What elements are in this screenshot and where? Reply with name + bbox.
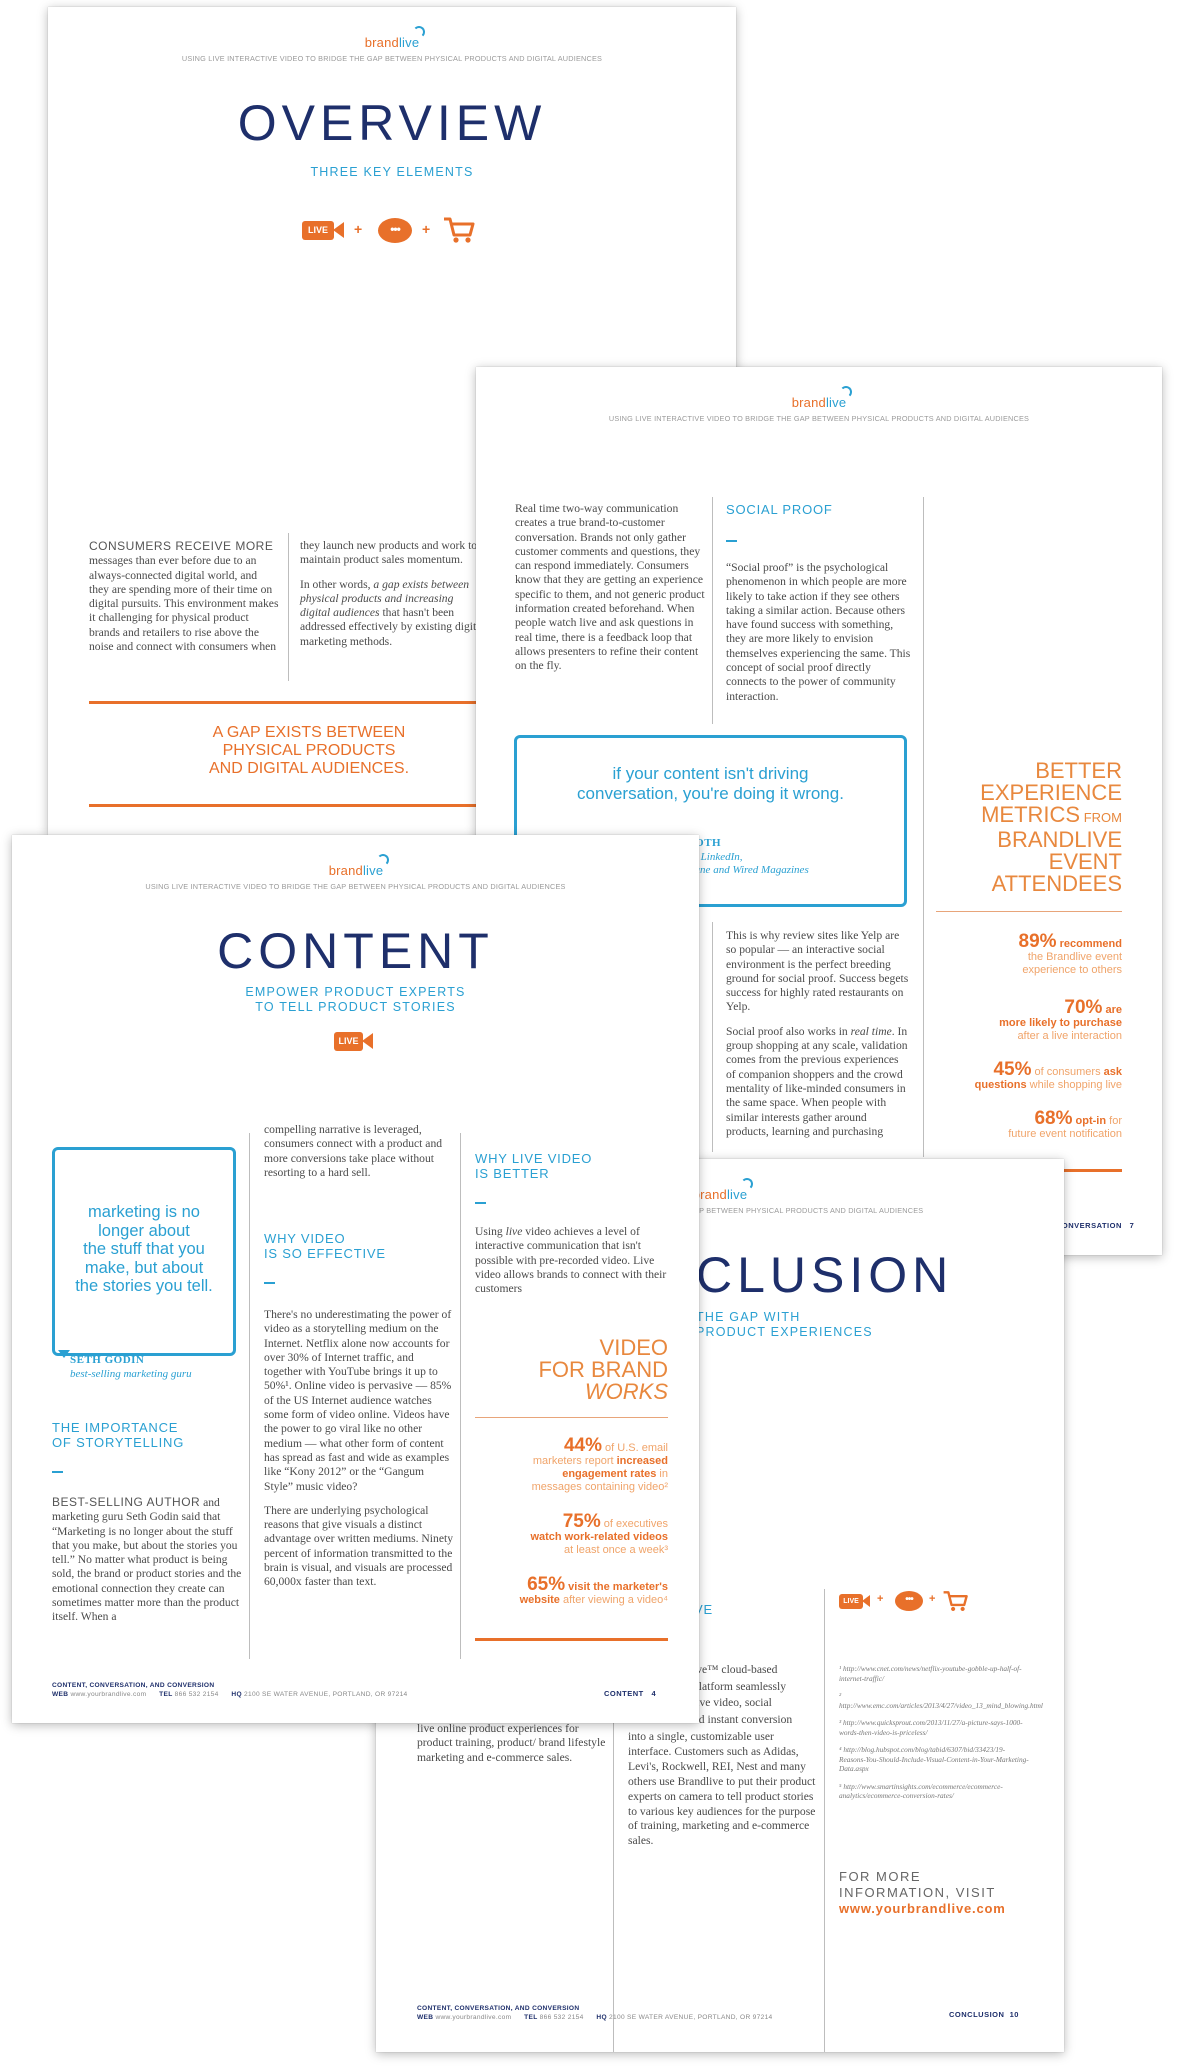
column-divider xyxy=(712,922,713,1152)
signal-icon xyxy=(840,386,852,398)
why-live-text: Using live video achieves a level of int… xyxy=(475,1225,667,1296)
live-video-icon: LIVE xyxy=(334,1032,363,1051)
stat-65: 65% visit the marketer's website after v… xyxy=(519,1574,668,1606)
quote-text: marketing is no longer about the stuff t… xyxy=(75,1203,213,1295)
plus-icon: + xyxy=(354,221,363,237)
page-number: CONVERSATION 7 xyxy=(1056,1221,1135,1230)
column-divider xyxy=(288,533,289,681)
column-divider xyxy=(712,497,713,724)
gap-callout: A GAP EXISTS BETWEEN PHYSICAL PRODUCTS A… xyxy=(208,724,410,777)
content-column-2-top: compelling narrative is leveraged, consu… xyxy=(264,1123,443,1179)
heading-dash xyxy=(726,540,737,542)
why-video-text: There's no underestimating the power of … xyxy=(264,1308,453,1589)
page-title: CONTENT xyxy=(217,923,494,979)
conclusion-column-1: live online product experiences for prod… xyxy=(417,1722,606,1764)
why-video-heading: WHY VIDEO IS SO EFFECTIVE xyxy=(264,1231,386,1261)
footnotes: ¹ http://www.cnet.com/news/netflix-youtu… xyxy=(839,1664,1043,1800)
plus-icon: + xyxy=(422,221,431,237)
chat-dots-icon: ••• xyxy=(905,1594,914,1605)
conversation-column-1: Real time two-way communication creates … xyxy=(515,502,705,673)
camera-icon xyxy=(362,1033,373,1049)
metrics-divider xyxy=(936,911,1122,912)
stat-70: 70% are more likely to purchase after a … xyxy=(999,997,1122,1042)
conclusion-column-2: ive™ cloud-based platform seamlessly liv… xyxy=(693,1663,793,1726)
tagline: USING LIVE INTERACTIVE VIDEO TO BRIDGE T… xyxy=(145,882,566,891)
callout-rule-bottom xyxy=(89,804,529,807)
social-proof-heading: SOCIAL PROOF xyxy=(726,502,833,517)
signal-icon xyxy=(377,854,389,866)
content-page: brandlive USING LIVE INTERACTIVE VIDEO T… xyxy=(12,835,699,1723)
quote-tail-icon xyxy=(58,1350,70,1358)
column-divider xyxy=(249,1133,250,1659)
page-subtitle: THREE KEY ELEMENTS xyxy=(310,165,474,179)
column-divider xyxy=(923,497,924,1157)
tagline: USING LIVE INTERACTIVE VIDEO TO BRIDGE T… xyxy=(181,54,603,63)
storytelling-text: BEST-SELLING AUTHOR and marketing guru S… xyxy=(52,1495,242,1624)
stats-divider xyxy=(475,1417,668,1418)
stat-68: 68% opt-in for future event notification xyxy=(1008,1108,1122,1140)
conclusion-column-2-rest: into a single, customizable user interfa… xyxy=(628,1730,816,1848)
social-proof-text: “Social proof” is the psychological phen… xyxy=(726,561,911,703)
quote-author-role: best-selling marketing guru xyxy=(70,1368,192,1380)
brandlive-logo: brandlive xyxy=(362,26,425,50)
page-subtitle: THE GAP WITH PRODUCT EXPERIENCES xyxy=(696,1310,873,1339)
stat-89: 89% recommend the Brandlive event experi… xyxy=(1018,931,1122,976)
callout-rule-top xyxy=(89,701,529,704)
stat-75: 75% of executives watch work-related vid… xyxy=(530,1511,668,1556)
page-title: OVERVIEW xyxy=(237,95,547,151)
brandlive-logo: brandlive xyxy=(789,386,852,410)
page-subtitle: EMPOWER PRODUCT EXPERTS TO TELL PRODUCT … xyxy=(245,985,466,1014)
plus-icon: + xyxy=(877,1593,884,1605)
shopping-cart-icon xyxy=(444,217,475,243)
column-divider xyxy=(824,1589,825,2052)
chat-dots-icon: ••• xyxy=(390,222,401,236)
video-works-title: VIDEO FOR BRAND WORKS xyxy=(538,1335,668,1404)
stat-45: 45% of consumers ask questions while sho… xyxy=(974,1059,1122,1091)
live-video-icon: LIVE xyxy=(839,1594,863,1609)
lead-in: CONSUMERS RECEIVE MORE xyxy=(89,539,274,553)
signal-icon xyxy=(741,1178,753,1190)
page-title: CLUSION xyxy=(696,1247,954,1303)
camera-icon xyxy=(862,1595,870,1607)
website-link[interactable]: www.yourbrandlive.com xyxy=(839,1901,1054,1917)
plus-icon: + xyxy=(929,1593,936,1605)
storytelling-heading: THE IMPORTANCE OF STORYTELLING xyxy=(52,1420,185,1450)
heading-dash xyxy=(475,1202,486,1204)
page-footer: CONTENT, CONVERSATION, AND CONVERSION WE… xyxy=(52,1682,408,1698)
overview-column-2: they launch new products and work to mai… xyxy=(300,539,485,648)
overview-column-1: CONSUMERS RECEIVE MORE messages than eve… xyxy=(89,539,279,654)
tagline: AP BETWEEN PHYSICAL PRODUCTS AND DIGITAL… xyxy=(694,1206,924,1215)
stats-rule-bottom xyxy=(475,1638,668,1641)
camera-icon xyxy=(333,222,344,238)
heading-dash xyxy=(264,1282,275,1284)
heading-dash xyxy=(52,1471,63,1473)
brandlive-logo: brandlive xyxy=(326,854,389,878)
social-proof-continued: This is why review sites like Yelp are s… xyxy=(726,929,909,1138)
brandlive-logo: brandlive xyxy=(690,1178,753,1202)
quote-author: SETH GODIN xyxy=(70,1354,145,1366)
live-video-icon: LIVE xyxy=(302,221,334,240)
more-info: FOR MORE INFORMATION, VISIT www.yourbran… xyxy=(839,1869,1054,1917)
page-number: CONTENT 4 xyxy=(604,1689,657,1698)
signal-icon xyxy=(413,26,425,38)
stat-44: 44% of U.S. email marketers report incre… xyxy=(531,1435,668,1493)
why-live-heading: WHY LIVE VIDEO IS BETTER xyxy=(475,1151,593,1181)
page-footer: CONTENT, CONVERSATION, AND CONVERSION WE… xyxy=(417,2005,773,2021)
page-number: CONCLUSION 10 xyxy=(949,2010,1019,2019)
tagline: USING LIVE INTERACTIVE VIDEO TO BRIDGE T… xyxy=(608,414,1030,423)
quote-text: if your content isn't driving conversati… xyxy=(577,764,844,803)
shopping-cart-icon xyxy=(943,1591,968,1612)
metrics-title: BETTER EXPERIENCE METRICS FROM BRANDLIVE… xyxy=(980,758,1122,896)
